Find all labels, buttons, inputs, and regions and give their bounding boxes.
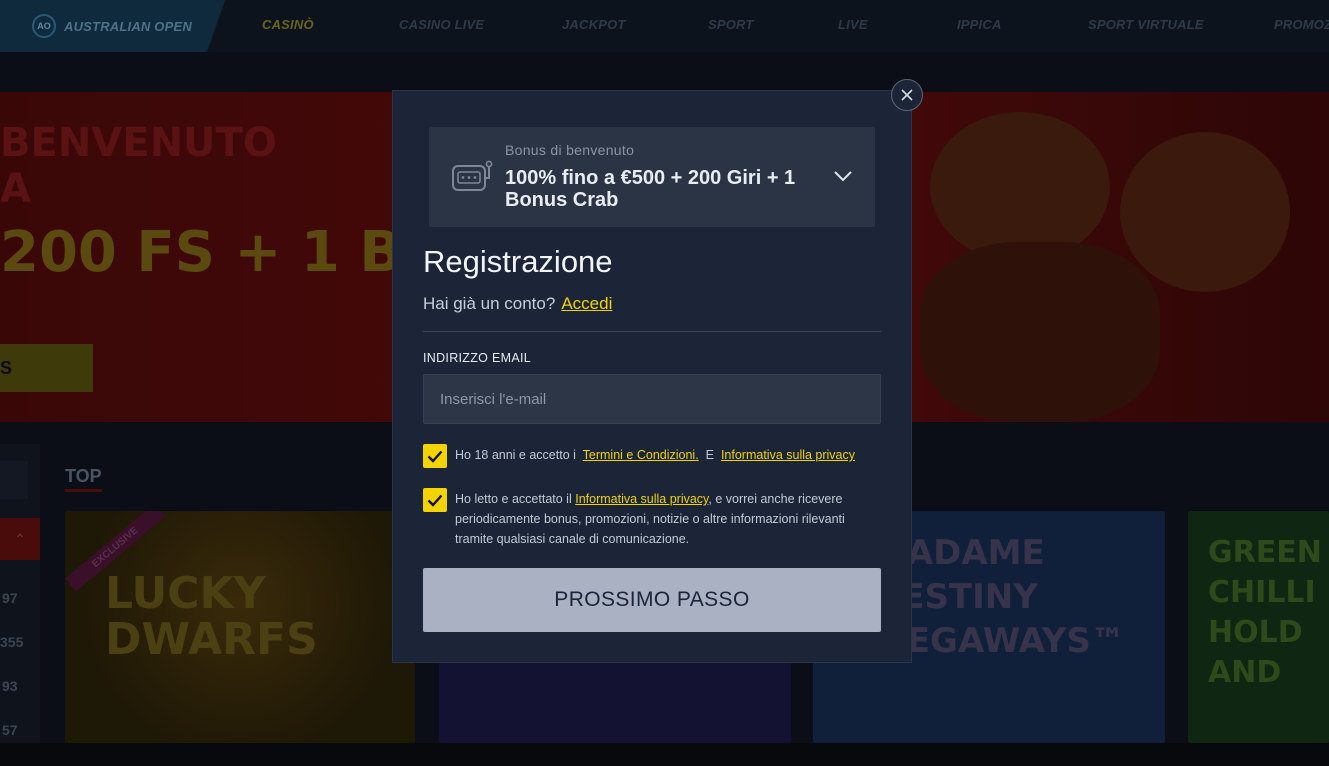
marketing-text: Ho letto e accettato il	[455, 492, 572, 506]
top-navigation: AO AUSTRALIAN OPEN CASINÒ CASINO LIVE JA…	[0, 0, 1329, 52]
hero-character-hat	[930, 112, 1110, 262]
nav-jackpot[interactable]: JACKPOT	[562, 17, 626, 32]
hero-character-head	[1120, 132, 1290, 292]
terms-joiner: E	[705, 448, 714, 462]
nav-sport[interactable]: SPORT	[708, 17, 754, 32]
terms-text: Ho 18 anni e accetto i	[455, 448, 576, 462]
check-icon	[427, 450, 443, 463]
close-icon[interactable]	[891, 79, 923, 111]
hero-cta-button[interactable]: S	[0, 344, 93, 392]
nav-promozioni[interactable]: PROMOZI	[1274, 17, 1329, 32]
have-account-text: Hai già un conto?	[423, 294, 556, 313]
side-filter-box[interactable]	[0, 461, 28, 499]
privacy-link[interactable]: Informativa sulla privacy	[575, 492, 708, 506]
email-field[interactable]	[423, 374, 881, 424]
terms-link[interactable]: Termini e Condizioni.	[583, 448, 699, 462]
australian-open-tab[interactable]: AO AUSTRALIAN OPEN	[0, 0, 225, 52]
side-number: 97	[2, 590, 18, 606]
game-card-lucky-dwarfs[interactable]: LUCKY DWARFS EXCLUSIVE	[65, 511, 415, 743]
nav-casino-live[interactable]: CASINO LIVE	[399, 17, 484, 32]
game-title: GREEN CHILLI HOLD AND	[1208, 535, 1322, 690]
terms-consent-text: Ho 18 anni e accetto i Termini e Condizi…	[455, 445, 870, 465]
marketing-checkbox[interactable]	[423, 488, 447, 512]
next-step-button[interactable]: PROSSIMO PASSO	[423, 568, 881, 632]
side-number: 57	[2, 722, 18, 738]
slot-machine-icon	[451, 160, 493, 199]
hero-headline-1: BENVENUTO	[0, 120, 277, 166]
divider	[423, 331, 881, 332]
game-title: MADAME DESTINY MEGAWAYS™	[873, 533, 1125, 661]
marketing-consent-text: Ho letto e accettato il Informativa sull…	[455, 489, 870, 549]
privacy-link[interactable]: Informativa sulla privacy	[721, 448, 855, 462]
nav-live[interactable]: LIVE	[838, 17, 868, 32]
hero-headline-2: A	[0, 166, 31, 212]
modal-title: Registrazione	[423, 244, 613, 279]
bonus-selector[interactable]: Bonus di benvenuto 100% fino a €500 + 20…	[429, 127, 875, 227]
game-title: LUCKY DWARFS	[105, 568, 318, 665]
terms-checkbox[interactable]	[423, 444, 447, 468]
game-card-green-chilli[interactable]: GREEN CHILLI HOLD AND	[1188, 511, 1329, 743]
nav-ippica[interactable]: IPPICA	[957, 17, 1002, 32]
side-number: 355	[0, 634, 24, 650]
nav-sport-virtuale[interactable]: SPORT VIRTUALE	[1088, 17, 1204, 32]
check-icon	[427, 494, 443, 507]
nav-casino[interactable]: CASINÒ	[262, 17, 314, 32]
ao-label: AUSTRALIAN OPEN	[64, 18, 192, 34]
bonus-value: 100% fino a €500 + 200 Giri + 1 Bonus Cr…	[505, 167, 796, 211]
side-number: 93	[2, 678, 18, 694]
have-account-row: Hai già un conto? Accedi	[423, 294, 612, 314]
section-title: TOP	[65, 466, 102, 492]
ao-logo-icon: AO	[32, 14, 56, 38]
chevron-down-icon[interactable]	[833, 169, 853, 188]
email-label: INDIRIZZO EMAIL	[423, 351, 531, 365]
chevron-up-icon[interactable]: ⌃	[0, 518, 40, 560]
login-link[interactable]: Accedi	[561, 294, 612, 313]
bonus-label: Bonus di benvenuto	[505, 142, 635, 158]
hero-character-body	[920, 242, 1160, 422]
bottom-bar	[0, 743, 1329, 766]
